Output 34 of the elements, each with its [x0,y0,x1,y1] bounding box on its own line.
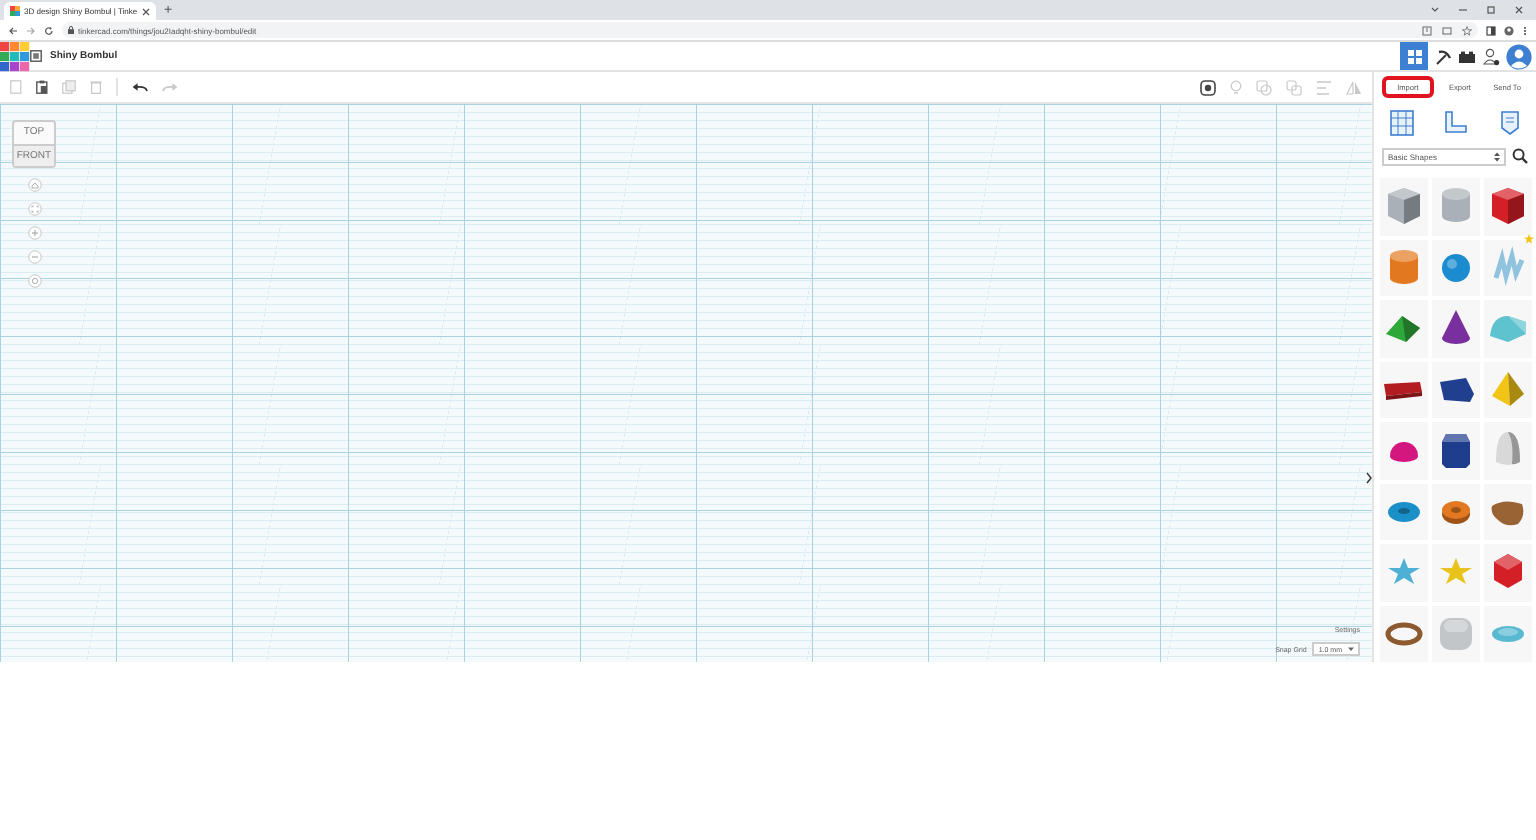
note-icon[interactable] [1500,109,1521,135]
perspective-icon[interactable] [27,274,41,288]
pickaxe-icon[interactable] [1434,47,1452,65]
back-icon[interactable] [8,25,18,35]
close-icon[interactable] [142,7,150,15]
tinkercad-logo[interactable] [0,41,30,71]
forward-icon[interactable] [26,25,36,35]
sidebar-icon[interactable] [1486,25,1496,35]
ruler-icon[interactable] [1444,110,1469,134]
brick-icon[interactable] [1458,49,1476,63]
sort-caret-icon [1494,151,1500,161]
add-user-icon[interactable] [1482,47,1500,65]
chevron-down-icon[interactable] [1430,6,1440,14]
3d-design-button[interactable] [1400,42,1428,70]
undo-icon[interactable] [132,81,148,93]
collapse-panel-icon[interactable] [1366,472,1372,484]
share-icon[interactable] [1422,25,1432,35]
design-icon[interactable] [30,50,42,62]
reload-icon[interactable] [44,25,54,35]
paste-icon[interactable] [36,80,48,94]
screenshot-icon[interactable] [1442,25,1452,35]
star-icon[interactable] [1462,25,1472,35]
workplane-icon[interactable] [1389,109,1414,135]
favicon-icon [10,6,20,16]
profile-icon[interactable] [1504,25,1514,35]
close-icon[interactable] [1514,6,1524,14]
caret-icon [1348,646,1354,652]
lock-icon [68,26,74,34]
restore-icon[interactable] [1486,6,1496,14]
grid-icon [1407,49,1421,63]
search-icon[interactable] [1512,148,1528,164]
avatar-icon[interactable] [1506,43,1532,69]
home-icon[interactable] [27,178,41,192]
minimize-icon[interactable] [1458,6,1468,14]
